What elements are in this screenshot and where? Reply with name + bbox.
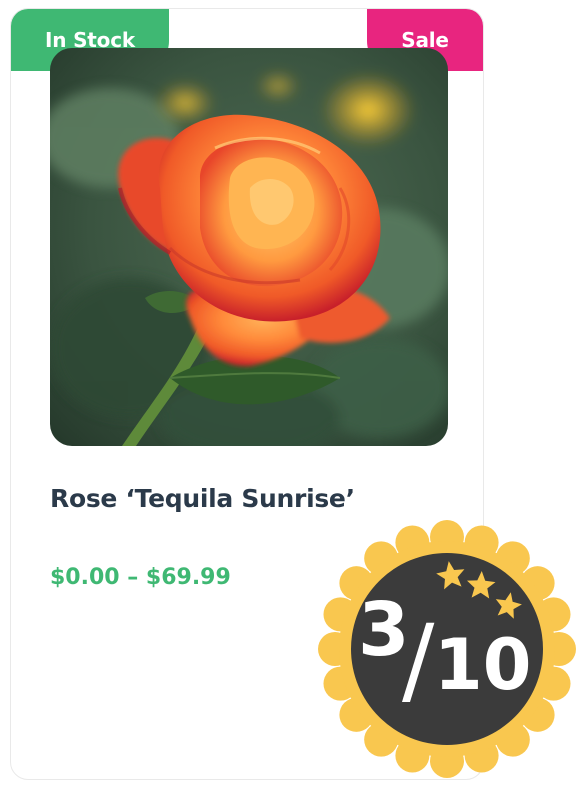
- rating-seal: 3 / 10: [318, 520, 576, 778]
- product-stage: In Stock Sale Rose ‘Tequila Sunrise’ $0.…: [0, 0, 578, 788]
- product-image[interactable]: [50, 48, 448, 446]
- product-title[interactable]: Rose ‘Tequila Sunrise’: [50, 484, 355, 513]
- scalloped-seal-icon: [318, 520, 576, 778]
- product-price-range: $0.00 – $69.99: [50, 565, 231, 590]
- rose-image-icon: [50, 48, 448, 446]
